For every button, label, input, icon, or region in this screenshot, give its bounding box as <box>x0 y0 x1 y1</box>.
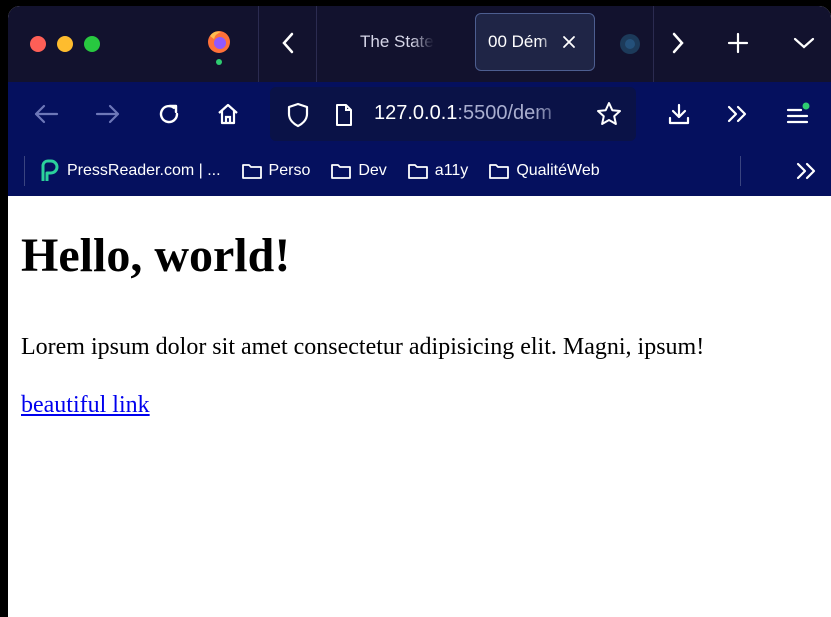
tab-bar: The State 00 Dém <box>8 6 831 82</box>
bookmarks-toolbar: PressReader.com | ... Perso Dev a11y Qua… <box>8 146 831 196</box>
page-heading: Hello, world! <box>21 229 291 282</box>
download-icon <box>668 103 690 125</box>
tab-favicon-icon[interactable] <box>618 32 642 56</box>
bookmark-label: Dev <box>358 162 387 179</box>
bookmark-star-icon[interactable] <box>596 101 622 127</box>
pressreader-icon <box>41 159 59 181</box>
tab-the-state[interactable]: The State <box>360 13 470 71</box>
reload-icon <box>159 104 179 124</box>
back-button[interactable] <box>28 96 64 132</box>
url-bar[interactable]: 127.0.0.1:5500/dem <box>270 87 636 141</box>
scroll-tabs-left-button[interactable] <box>270 25 306 61</box>
minimize-window-button[interactable] <box>57 36 73 52</box>
zoom-window-button[interactable] <box>84 36 100 52</box>
forward-button[interactable] <box>90 96 126 132</box>
bookmark-pressreader[interactable]: PressReader.com | ... <box>37 159 221 183</box>
tab-separator <box>258 6 259 82</box>
bookmark-folder-qualiteweb[interactable]: QualitéWeb <box>488 162 600 180</box>
close-window-button[interactable] <box>30 36 46 52</box>
page-paragraph: Lorem ipsum dolor sit amet consectetur a… <box>21 334 705 360</box>
folder-icon <box>407 164 428 179</box>
bookmark-folder-dev[interactable]: Dev <box>330 162 387 180</box>
double-chevron-right-icon <box>727 105 747 123</box>
url-path: :5500/dem <box>457 102 552 124</box>
browser-window: The State 00 Dém 127.0.0.1:5500/dem Pres… <box>8 6 831 617</box>
page-info-icon[interactable] <box>334 103 354 127</box>
home-button[interactable] <box>210 96 246 132</box>
tab-active[interactable]: 00 Dém <box>475 13 595 71</box>
bookmark-label: PressReader.com | ... <box>67 162 221 179</box>
home-icon <box>218 103 238 125</box>
bookmark-folder-a11y[interactable]: a11y <box>407 162 469 180</box>
arrow-left-icon <box>34 104 59 124</box>
list-all-tabs-button[interactable] <box>786 25 822 61</box>
folder-icon <box>331 164 352 179</box>
beautiful-link[interactable]: beautiful link <box>21 392 150 419</box>
bookmark-label: QualitéWeb <box>516 162 600 179</box>
bookmark-folder-perso[interactable]: Perso <box>241 162 311 180</box>
tracking-protection-shield-icon[interactable] <box>286 102 310 128</box>
tab-title: The State <box>360 32 434 51</box>
tab-separator <box>316 6 317 82</box>
bookmarks-separator <box>740 156 741 186</box>
scroll-tabs-right-button[interactable] <box>660 25 696 61</box>
close-tab-button[interactable] <box>558 31 580 53</box>
chevron-right-icon <box>672 32 684 54</box>
folder-icon <box>489 164 510 179</box>
tab-separator <box>653 6 654 82</box>
arrow-right-icon <box>95 104 120 124</box>
bookmark-label: Perso <box>268 162 311 179</box>
tab-title: 00 Dém <box>488 32 548 51</box>
url-text[interactable]: 127.0.0.1:5500/dem <box>374 102 574 125</box>
window-controls <box>30 36 100 52</box>
firefox-view-icon[interactable] <box>204 28 234 68</box>
hamburger-menu-icon <box>786 102 810 124</box>
double-chevron-right-icon[interactable] <box>793 158 819 184</box>
more-tools-button[interactable] <box>720 96 756 132</box>
plus-icon <box>727 32 749 54</box>
bookmarks-separator <box>24 156 25 186</box>
chevron-down-icon <box>793 37 815 49</box>
application-menu-button[interactable] <box>780 96 816 132</box>
bookmark-label: a11y <box>434 162 469 179</box>
page-content: Hello, world! Lorem ipsum dolor sit amet… <box>8 196 831 617</box>
url-host: 127.0.0.1 <box>374 102 458 124</box>
folder-icon <box>241 164 262 179</box>
close-icon <box>563 36 575 48</box>
navigation-toolbar: 127.0.0.1:5500/dem <box>8 82 831 146</box>
downloads-button[interactable] <box>661 96 697 132</box>
reload-button[interactable] <box>151 96 187 132</box>
chevron-left-icon <box>282 32 294 54</box>
new-tab-button[interactable] <box>720 25 756 61</box>
